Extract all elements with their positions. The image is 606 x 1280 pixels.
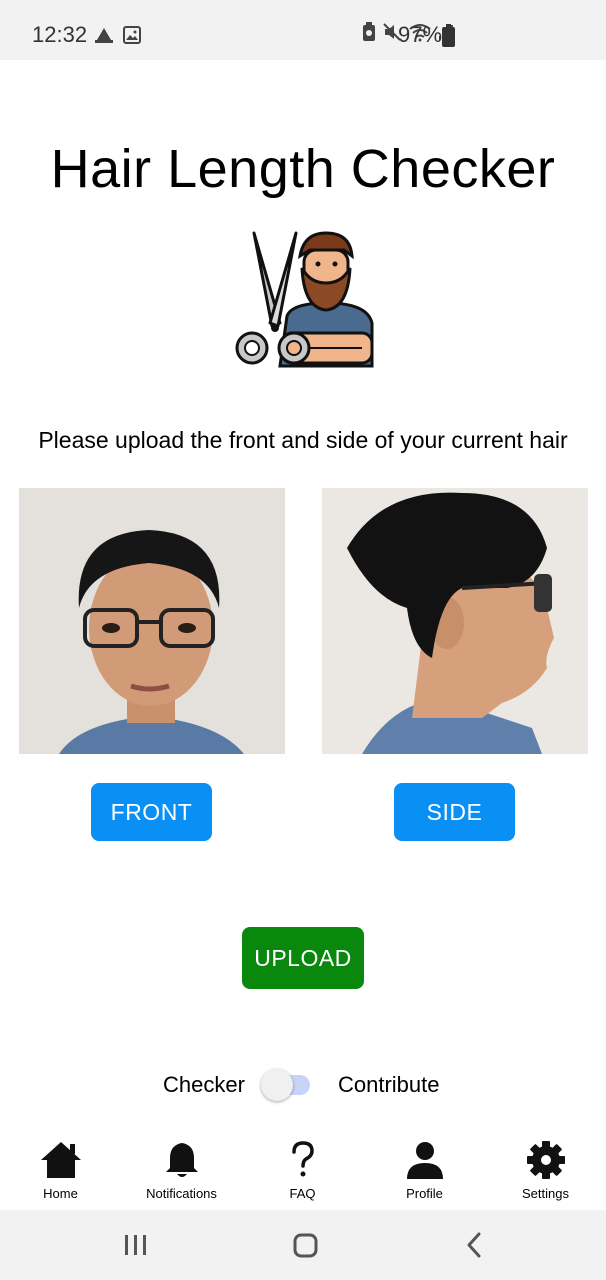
front-button[interactable]: FRONT [91, 783, 212, 841]
upload-button[interactable]: UPLOAD [242, 927, 364, 989]
gallery-icon [123, 26, 141, 44]
checker-label: Checker [163, 1072, 245, 1097]
recent-apps-icon[interactable] [124, 1234, 148, 1256]
tab-settings-label: Settings [522, 1186, 569, 1201]
person-icon [406, 1142, 443, 1179]
barber-logo-icon [235, 231, 374, 368]
mode-toggle-row: Checker Contribute [0, 1066, 606, 1106]
back-icon[interactable] [466, 1232, 482, 1258]
page-title: Hair Length Checker [50, 139, 556, 199]
front-photo [19, 488, 285, 754]
gear-icon [526, 1141, 565, 1179]
status-time: 12:32 [32, 22, 88, 47]
contribute-label: Contribute [338, 1072, 440, 1097]
home-nav-icon[interactable] [293, 1233, 318, 1258]
upload-instruction: Please upload the front and side of your… [38, 427, 568, 453]
tab-notifications-label: Notifications [146, 1186, 217, 1201]
tab-settings[interactable]: Settings [485, 1130, 606, 1210]
side-button[interactable]: SIDE [394, 783, 515, 841]
tab-notifications[interactable]: Notifications [121, 1130, 242, 1210]
status-bar: 12:32 97% [0, 0, 606, 60]
system-nav-bar [0, 1210, 606, 1280]
home-icon [40, 1142, 81, 1178]
battery-icon [442, 24, 455, 47]
question-icon [291, 1141, 314, 1177]
side-photo [322, 488, 588, 754]
tab-faq-label: FAQ [289, 1186, 316, 1201]
tab-profile[interactable]: Profile [364, 1130, 485, 1210]
bell-icon [165, 1143, 198, 1177]
battery-percentage: 97% [398, 22, 443, 47]
battery-saver-icon [363, 22, 375, 41]
toggle-thumb[interactable] [261, 1069, 293, 1101]
news-app-icon [95, 28, 113, 43]
tab-faq[interactable]: FAQ [242, 1130, 363, 1210]
tab-home-label: Home [43, 1186, 78, 1201]
status-left-icons [93, 26, 141, 44]
tab-profile-label: Profile [406, 1186, 443, 1201]
bottom-tab-bar: Home Notifications FAQ Profile Settings [0, 1130, 606, 1210]
tab-home[interactable]: Home [0, 1130, 121, 1210]
